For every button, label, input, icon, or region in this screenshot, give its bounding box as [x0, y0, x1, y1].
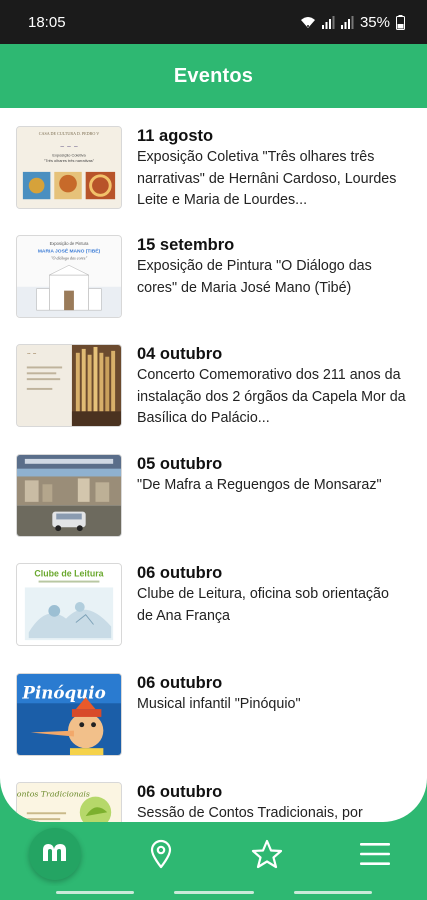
list-item[interactable]: CASA DE CULTURA D. PEDRO V ~ ~ ~ Exposiç…	[0, 116, 427, 216]
wifi-icon	[300, 15, 316, 29]
event-description: Exposição Coletiva "Três olhares três na…	[137, 149, 397, 208]
event-date: 15 setembro	[137, 236, 235, 254]
bottom-nav	[0, 822, 427, 886]
event-info: 06 outubro Sessão de Contos Tradicionais…	[137, 782, 407, 822]
event-date: 06 outubro	[137, 564, 223, 582]
signal-icon	[340, 15, 354, 29]
svg-text:~ ~ ~: ~ ~ ~	[60, 144, 79, 150]
event-description: Clube de Leitura, oficina sob orientação…	[137, 586, 389, 624]
home-button[interactable]	[29, 828, 81, 880]
event-thumbnail[interactable]	[16, 454, 122, 537]
app-header: Eventos	[0, 44, 427, 108]
event-date: 04 outubro	[137, 345, 223, 363]
event-info: 15 setembro Exposição de Pintura "O Diál…	[137, 235, 407, 299]
list-item[interactable]: Contos Tradicionais 06 outubro Sessão de…	[0, 772, 427, 822]
status-bar: 18:05 35%	[0, 0, 427, 44]
system-nav-bar	[0, 886, 427, 900]
home-logo-icon	[40, 841, 70, 868]
event-thumbnail[interactable]: ~ ~	[16, 344, 122, 427]
event-date: 06 outubro	[137, 783, 223, 801]
event-description: Exposição de Pintura "O Diálogo das core…	[137, 258, 372, 296]
event-info: 06 outubro Musical infantil "Pinóquio"	[137, 673, 407, 716]
menu-button[interactable]	[349, 831, 401, 881]
list-item[interactable]: Exposição de Pintura MARIA JOSÉ MANO (TI…	[0, 225, 427, 325]
system-nav-hint	[174, 891, 254, 894]
event-description: Concerto Comemorativo dos 211 anos da in…	[137, 367, 406, 426]
list-item[interactable]: Clube de Leitura 06 outubro Clube de Lei…	[0, 553, 427, 653]
event-info: 06 outubro Clube de Leitura, oficina sob…	[137, 563, 407, 627]
thumb-text: CASA DE CULTURA D. PEDRO V	[39, 131, 99, 136]
menu-icon	[360, 842, 390, 871]
thumb-text: Clube de Leitura	[34, 569, 103, 579]
thumb-text: Pinóquio	[21, 682, 105, 702]
star-icon	[251, 839, 283, 874]
event-info: 11 agosto Exposição Coletiva "Três olhar…	[137, 126, 407, 212]
event-date: 05 outubro	[137, 455, 223, 473]
thumb-text: Exposição Coletiva	[52, 152, 86, 157]
map-button[interactable]	[135, 831, 187, 881]
event-thumbnail[interactable]: Exposição de Pintura MARIA JOSÉ MANO (TI…	[16, 235, 122, 318]
event-date: 11 agosto	[137, 127, 214, 145]
status-time: 18:05	[28, 13, 66, 31]
page-title: Eventos	[173, 64, 254, 87]
battery-percent: 35%	[359, 13, 390, 31]
event-thumbnail[interactable]: CASA DE CULTURA D. PEDRO V ~ ~ ~ Exposiç…	[16, 126, 122, 209]
system-nav-hint	[294, 891, 372, 894]
system-nav-hint	[56, 891, 134, 894]
event-description: Musical infantil "Pinóquio"	[137, 696, 301, 712]
battery-icon	[396, 14, 405, 30]
event-info: 05 outubro "De Mafra a Reguengos de Mons…	[137, 454, 407, 497]
event-description: "De Mafra a Reguengos de Monsaraz"	[137, 477, 382, 493]
thumb-text: Exposição de Pintura	[50, 241, 90, 246]
events-list[interactable]: CASA DE CULTURA D. PEDRO V ~ ~ ~ Exposiç…	[0, 108, 427, 822]
thumb-text: "Três olhares três narrativas"	[44, 158, 95, 163]
list-item[interactable]: Pinóquio 06 outubro Musical infantil "Pi…	[0, 663, 427, 763]
signal-icon	[321, 15, 335, 29]
event-info: 04 outubro Concerto Comemorativo dos 211…	[137, 344, 407, 430]
status-icons: 35%	[300, 14, 405, 31]
map-pin-icon	[149, 839, 173, 874]
event-thumbnail[interactable]: Clube de Leitura	[16, 563, 122, 646]
event-description: Sessão de Contos Tradicionais, por	[137, 805, 363, 821]
event-date: 06 outubro	[137, 674, 223, 692]
list-item[interactable]: ~ ~ 04 outubro Concerto Comemorativo dos…	[0, 334, 427, 434]
event-thumbnail[interactable]: Pinóquio	[16, 673, 122, 756]
list-item[interactable]: 05 outubro "De Mafra a Reguengos de Mons…	[0, 444, 427, 544]
thumb-text: "O diálogo das cores"	[51, 255, 88, 260]
svg-text:~ ~: ~ ~	[27, 351, 37, 357]
thumb-text: Contos Tradicionais	[17, 790, 90, 799]
event-thumbnail[interactable]: Contos Tradicionais	[16, 782, 122, 822]
favorites-button[interactable]	[241, 831, 293, 881]
